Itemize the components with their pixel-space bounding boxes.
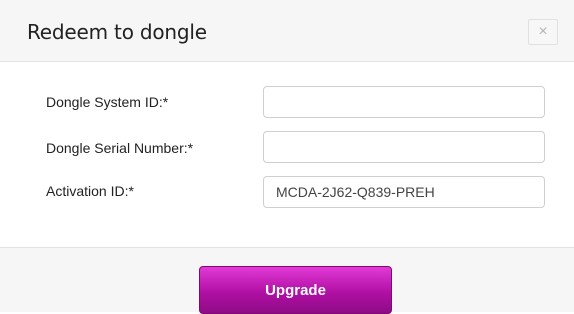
dialog-header: Redeem to dongle × [0,0,574,62]
dialog-title: Redeem to dongle [27,20,207,44]
dongle-system-id-input[interactable] [263,86,545,118]
dongle-serial-number-label: Dongle Serial Number:* [46,140,194,156]
close-button[interactable]: × [528,19,558,45]
dongle-system-id-label: Dongle System ID:* [46,94,169,110]
activation-id-input[interactable] [263,176,545,208]
upgrade-button[interactable]: Upgrade [199,266,392,314]
dongle-serial-number-input[interactable] [263,131,545,163]
activation-id-label: Activation ID:* [46,183,134,199]
redeem-dialog: Redeem to dongle × Dongle System ID:* Do… [0,0,574,314]
close-icon: × [538,23,548,40]
